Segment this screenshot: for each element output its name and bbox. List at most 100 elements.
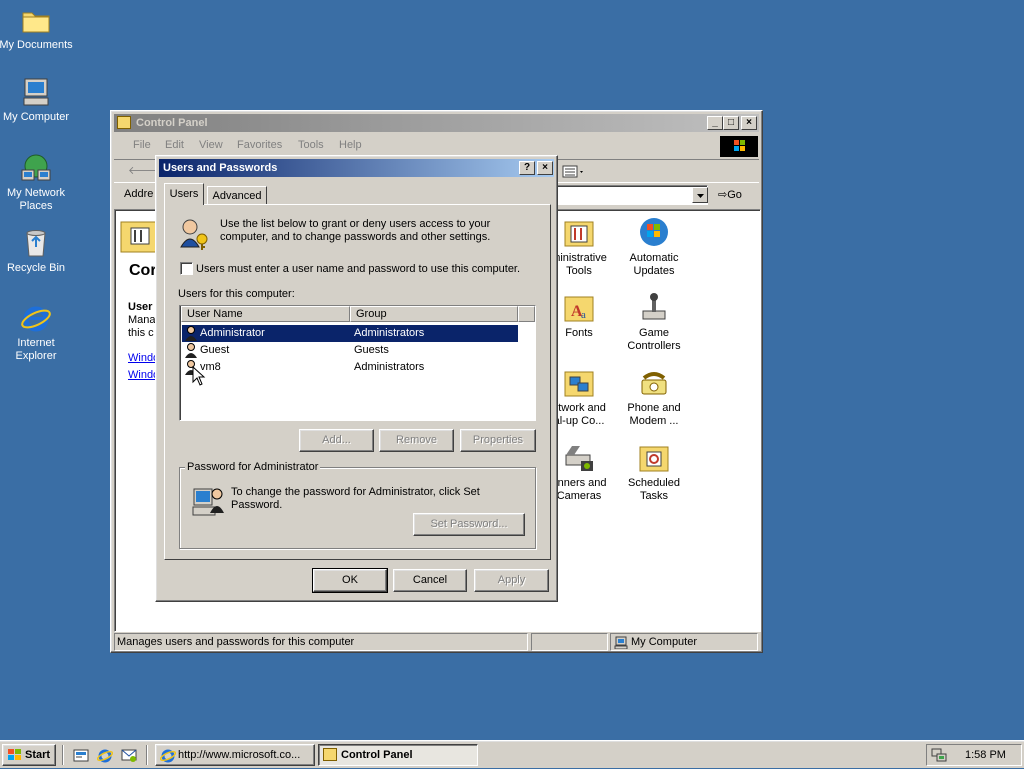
go-button[interactable]: ⇨Go [718, 187, 742, 203]
taskbar-separator [146, 745, 148, 765]
status-zone-text: My Computer [631, 636, 698, 648]
apply-button[interactable]: Apply [474, 569, 549, 592]
tab-users[interactable]: Users [164, 183, 204, 205]
svg-text:a: a [581, 309, 586, 321]
users-passwords-dialog: Users and Passwords ? × Users Advanced U… [155, 155, 558, 602]
desktop-icon-label: My Computer [2, 111, 70, 123]
users-list[interactable]: User Name Group Administrator Administra… [179, 305, 536, 421]
task-internet-explorer[interactable]: http://www.microsoft.co... [155, 744, 315, 766]
cp-item-scheduled-tasks[interactable]: Scheduled Tasks [614, 441, 694, 503]
computer-icon [20, 76, 52, 108]
views-button[interactable] [562, 164, 586, 180]
maximize-button[interactable]: □ [723, 116, 739, 130]
address-input[interactable] [554, 185, 708, 205]
require-login-label[interactable]: Users must enter a user name and passwor… [196, 263, 520, 275]
close-button[interactable]: × [741, 116, 757, 130]
address-dropdown-button[interactable] [692, 187, 708, 203]
network-icon [20, 152, 52, 184]
desktop-icon-label: Internet [17, 337, 55, 349]
windows-logo-icon [720, 136, 758, 157]
desktop-icon-my-computer[interactable]: My Computer [0, 76, 74, 124]
intro-line-2: computer, and to change passwords and ot… [220, 231, 491, 243]
cp-item-phone-modem[interactable]: Phone and Modem ... [614, 366, 694, 428]
menu-edit[interactable]: Edit [165, 135, 184, 155]
cp-item-game-controllers[interactable]: Game Controllers [614, 291, 694, 353]
left-pane-desc-line1: Mana [128, 314, 156, 326]
system-tray: 1:58 PM [926, 744, 1022, 766]
cp-item-automatic-updates[interactable]: Automatic Updates [614, 216, 694, 278]
status-text: Manages users and passwords for this com… [117, 636, 355, 648]
user-row-guest[interactable]: Guest Guests [182, 342, 518, 359]
status-zone-panel: My Computer [610, 633, 758, 651]
left-pane-heading: Cor [129, 262, 157, 279]
desktop-icon-label: Explorer [15, 350, 57, 362]
users-list-label: Users for this computer: [178, 288, 295, 300]
user-row-administrator[interactable]: Administrator Administrators [182, 325, 518, 342]
remove-user-button[interactable]: Remove [379, 429, 454, 452]
user-properties-button[interactable]: Properties [460, 429, 536, 452]
go-arrow-icon: ⇨ [718, 189, 728, 201]
set-password-button[interactable]: Set Password... [413, 513, 525, 536]
task-control-panel[interactable]: Control Panel [318, 744, 478, 766]
dialog-title: Users and Passwords [163, 162, 278, 174]
dialog-close-button[interactable]: × [537, 161, 553, 175]
scheduled-tasks-icon [638, 441, 670, 473]
control-panel-title: Control Panel [136, 117, 208, 129]
quick-launch-separator [62, 745, 64, 765]
menu-help[interactable]: Help [339, 135, 362, 155]
internet-explorer-icon [20, 302, 52, 334]
left-pane-desc-title: User [128, 301, 153, 313]
menu-file[interactable]: File [133, 135, 151, 155]
desktop-icon-internet-explorer[interactable]: Internet Explorer [0, 302, 74, 363]
password-text-line-2: Password. [231, 499, 283, 511]
intro-line-1: Use the list below to grant or deny user… [220, 218, 491, 230]
password-computer-icon [192, 485, 226, 517]
control-panel-titlebar[interactable]: Control Panel _ □ × [114, 114, 759, 132]
users-tab-panel: Use the list below to grant or deny user… [164, 204, 551, 560]
phone-icon [638, 366, 670, 398]
desktop-icon-label: My Documents [0, 39, 73, 51]
require-login-checkbox[interactable] [180, 262, 193, 275]
administrative-tools-icon [563, 216, 595, 248]
tab-advanced[interactable]: Advanced [207, 186, 267, 205]
show-desktop-icon[interactable] [73, 747, 89, 766]
column-group[interactable]: Group [350, 306, 518, 322]
clock[interactable]: 1:58 PM [965, 749, 1006, 761]
column-user-name[interactable]: User Name [181, 306, 350, 322]
control-panel-small-icon [117, 116, 131, 129]
desktop-icon-recycle-bin[interactable]: Recycle Bin [0, 227, 74, 275]
mouse-cursor-icon [192, 365, 206, 389]
start-button[interactable]: Start [2, 744, 56, 766]
menu-favorites[interactable]: Favorites [237, 135, 282, 155]
ie-task-icon [159, 747, 177, 765]
users-keys-icon [177, 217, 211, 251]
ok-button[interactable]: OK [312, 568, 388, 593]
control-panel-task-icon [323, 748, 337, 761]
folder-icon [20, 4, 52, 36]
windows-update-icon [638, 216, 670, 248]
outlook-quicklaunch-icon[interactable] [121, 747, 137, 766]
menu-tools[interactable]: Tools [298, 135, 324, 155]
desktop-icon-label: Places [19, 200, 53, 212]
cancel-button[interactable]: Cancel [393, 569, 467, 592]
ie-quicklaunch-icon[interactable] [96, 747, 114, 766]
desktop-icon-network-places[interactable]: My Network Places [0, 152, 74, 213]
network-tray-icon[interactable] [931, 747, 947, 766]
user-row-vm8[interactable]: vm8 Administrators [182, 359, 518, 376]
network-connections-icon [563, 366, 595, 398]
menu-view[interactable]: View [199, 135, 223, 155]
add-user-button[interactable]: Add... [299, 429, 374, 452]
my-computer-small-icon [614, 636, 628, 654]
status-bar: Manages users and passwords for this com… [114, 632, 759, 651]
column-filler [518, 306, 535, 322]
desktop-icon-label: Recycle Bin [6, 262, 66, 274]
windows-flag-icon [7, 748, 23, 769]
desktop-icon-my-documents[interactable]: My Documents [0, 4, 74, 52]
dialog-titlebar[interactable]: Users and Passwords ? × [159, 159, 554, 177]
desktop-icon-label: My Network [6, 187, 66, 199]
password-text-line-1: To change the password for Administrator… [231, 486, 480, 498]
help-button[interactable]: ? [519, 161, 535, 175]
minimize-button[interactable]: _ [707, 116, 723, 130]
scanner-icon [563, 441, 595, 473]
joystick-icon [638, 291, 670, 323]
